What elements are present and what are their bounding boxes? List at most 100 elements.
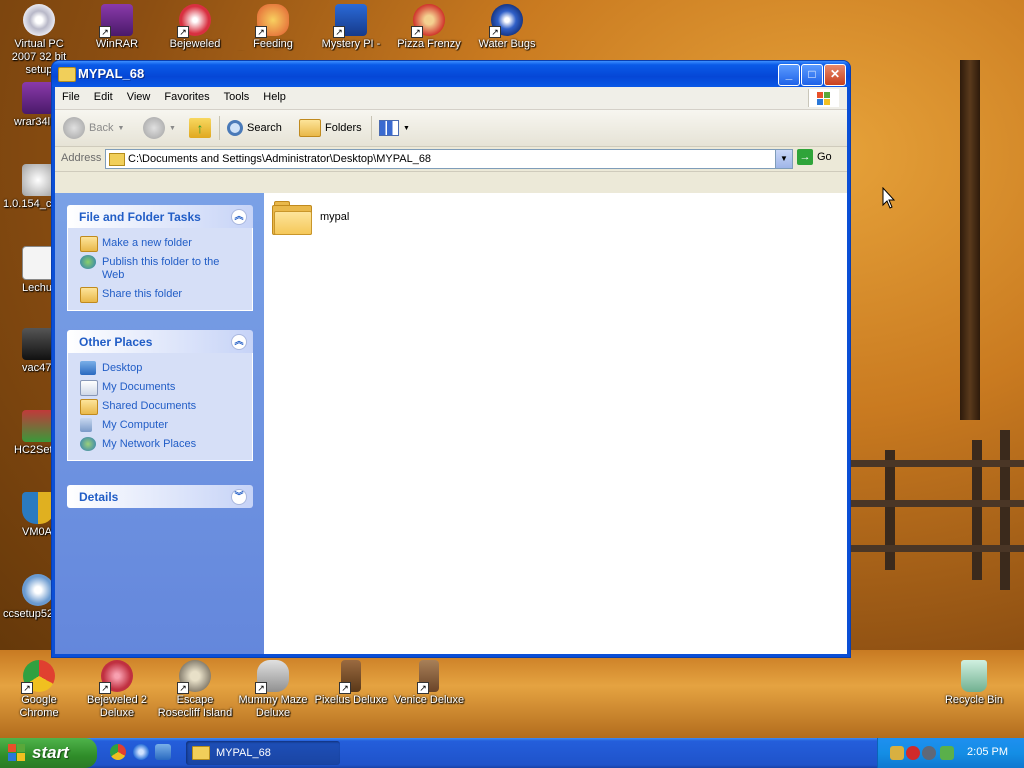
place-my-computer[interactable]: My Computer	[68, 416, 252, 435]
close-button[interactable]: ✕	[824, 64, 846, 86]
network-icon	[80, 437, 96, 451]
views-button[interactable]: ▼	[379, 116, 410, 140]
place-my-network-places[interactable]: My Network Places	[68, 435, 252, 454]
desktop-icon-label: Bejeweled Twist	[169, 38, 221, 50]
desktop-icon-label: Pizza Frenzy	[397, 38, 461, 50]
show-desktop-icon[interactable]	[155, 744, 171, 760]
menu-tools[interactable]: Tools	[217, 87, 257, 107]
desktop-icon-lechu[interactable]: Lechu	[0, 246, 52, 295]
ccleaner-icon	[22, 574, 52, 606]
address-bar: Address C:\Documents and Settings\Admini…	[55, 147, 847, 172]
folder-item-mypal[interactable]: mypal	[272, 201, 350, 235]
menu-favorites[interactable]: Favorites	[157, 87, 216, 107]
toolbar-separator	[371, 116, 372, 140]
details-header[interactable]: Details ︾	[67, 485, 253, 508]
folder-icon	[192, 746, 210, 760]
address-input[interactable]: C:\Documents and Settings\Administrator\…	[105, 149, 793, 169]
expand-icon[interactable]: ︾	[231, 489, 247, 505]
menu-view[interactable]: View	[120, 87, 158, 107]
globe-icon	[80, 255, 96, 269]
desktop-icon-installer[interactable]: 1.0.154_c	[0, 164, 52, 211]
desktop-icon-ccsetup[interactable]: ccsetup52	[0, 574, 52, 621]
folders-button[interactable]: Folders	[299, 116, 362, 140]
task-publish-folder[interactable]: Publish this folder to the Web	[68, 253, 252, 285]
minimize-button[interactable]: _	[778, 64, 800, 86]
desktop-icon-google-chrome[interactable]: ↗ Google Chrome	[1, 660, 77, 720]
desktop-icon-escape-rosecliff[interactable]: ↗ Escape Rosecliff Island	[157, 660, 233, 720]
desktop-icon-label: Venice Deluxe	[393, 694, 465, 706]
panel-title: Other Places	[79, 335, 153, 349]
desktop-icon-venice[interactable]: ↗ Venice Deluxe	[391, 660, 467, 707]
go-button[interactable]: → Go	[797, 149, 832, 165]
desktop-icon	[80, 361, 96, 375]
place-my-documents[interactable]: My Documents	[68, 378, 252, 397]
desktop-icon-feeding-frenzy[interactable]: ↗ Feeding Frenzy Deluxe	[235, 4, 311, 51]
taskbar-button-mypal[interactable]: MYPAL_68	[186, 741, 340, 765]
folders-label: Folders	[325, 122, 362, 134]
menu-edit[interactable]: Edit	[87, 87, 120, 107]
other-places-body: Desktop My Documents Shared Documents My…	[67, 353, 253, 461]
back-label: Back	[89, 122, 114, 134]
mouse-cursor-icon	[882, 187, 896, 209]
desktop-icon-bejeweled-twist[interactable]: ↗ Bejeweled Twist	[157, 4, 233, 51]
desktop-icon-mystery-pi[interactable]: ↗ Mystery PI - The Lotto	[313, 4, 389, 51]
task-make-new-folder[interactable]: Make a new folder	[68, 234, 252, 253]
gem-icon: ↗	[99, 660, 133, 694]
desktop-icon-vm0a[interactable]: VM0A	[0, 492, 52, 539]
place-desktop[interactable]: Desktop	[68, 359, 252, 378]
search-button[interactable]: Search	[227, 116, 282, 140]
folder-name: mypal	[320, 211, 350, 223]
mummy-icon: ↗	[255, 660, 289, 694]
tray-app-icon[interactable]	[890, 746, 904, 760]
chrome-quicklaunch-icon[interactable]	[110, 744, 126, 760]
collapse-icon[interactable]: ︽	[231, 334, 247, 350]
computer-icon	[80, 418, 92, 432]
desktop-icon-winrar[interactable]: ↗ WinRAR	[79, 4, 155, 51]
forward-button[interactable]: ▼	[143, 116, 176, 140]
desktop-icon-mummy-maze[interactable]: ↗ Mummy Maze Deluxe	[235, 660, 311, 720]
desktop-icon-recycle-bin[interactable]: Recycle Bin	[936, 660, 1012, 707]
file-list[interactable]: mypal	[264, 193, 847, 654]
other-places-header[interactable]: Other Places ︽	[67, 330, 253, 353]
desktop-icon-label: Feeding Frenzy Deluxe	[253, 38, 293, 50]
my-documents-icon	[80, 380, 98, 396]
explorer-window[interactable]: MYPAL_68 _ □ ✕ File Edit View Favorites Tool…	[52, 61, 850, 657]
desktop-icon-wrar[interactable]: wrar34l	[0, 82, 52, 129]
menu-file[interactable]: File	[55, 87, 87, 107]
start-button[interactable]: start	[0, 738, 97, 768]
task-share-folder[interactable]: Share this folder	[68, 285, 252, 304]
desktop-icon-pizza-frenzy[interactable]: ↗ Pizza Frenzy	[391, 4, 467, 51]
network-tray-icon[interactable]	[940, 746, 954, 760]
file-folder-tasks-header[interactable]: File and Folder Tasks ︽	[67, 205, 253, 228]
desktop-icon-bejeweled-2[interactable]: ↗ Bejeweled 2 Deluxe	[79, 660, 155, 720]
shield-tray-icon[interactable]	[922, 746, 936, 760]
address-dropdown-button[interactable]: ▼	[775, 150, 792, 168]
address-value: C:\Documents and Settings\Administrator\…	[128, 153, 432, 165]
task-label: Publish this folder to the Web	[102, 256, 220, 281]
collapse-icon[interactable]: ︽	[231, 209, 247, 225]
back-button[interactable]: Back ▼	[63, 116, 124, 140]
taskbar-button-label: MYPAL_68	[216, 747, 271, 759]
desktop-icon-vac[interactable]: vac47	[0, 328, 52, 375]
toolbar: Back ▼ ▼ ↑ Search Folders ▼	[55, 110, 847, 147]
folder-icon	[58, 67, 76, 82]
escape-game-icon: ↗	[177, 660, 211, 694]
window-title: MYPAL_68	[78, 66, 145, 81]
desktop-icon-label: vac47	[22, 362, 52, 374]
chevron-down-icon: ▼	[169, 124, 176, 132]
security-alert-icon[interactable]	[906, 746, 920, 760]
internet-explorer-icon[interactable]	[133, 744, 149, 760]
winrar-icon	[22, 82, 52, 114]
desktop-icon-hc2set[interactable]: HC2Set	[0, 410, 52, 457]
menu-help[interactable]: Help	[256, 87, 293, 107]
place-shared-documents[interactable]: Shared Documents	[68, 397, 252, 416]
maximize-button[interactable]: □	[801, 64, 823, 86]
up-button[interactable]: ↑	[189, 116, 211, 140]
desktop-icon-water-bugs[interactable]: ↗ Water Bugs	[469, 4, 545, 51]
title-bar[interactable]: MYPAL_68 _ □ ✕	[52, 61, 850, 87]
fish-icon: ↗	[255, 4, 289, 38]
folder-icon	[272, 201, 312, 235]
clock[interactable]: 2:05 PM	[967, 746, 1008, 758]
desktop-icon-pixelus[interactable]: ↗ Pixelus Deluxe	[313, 660, 389, 707]
other-places-panel: Other Places ︽ Desktop My Documents Shar…	[67, 330, 253, 461]
